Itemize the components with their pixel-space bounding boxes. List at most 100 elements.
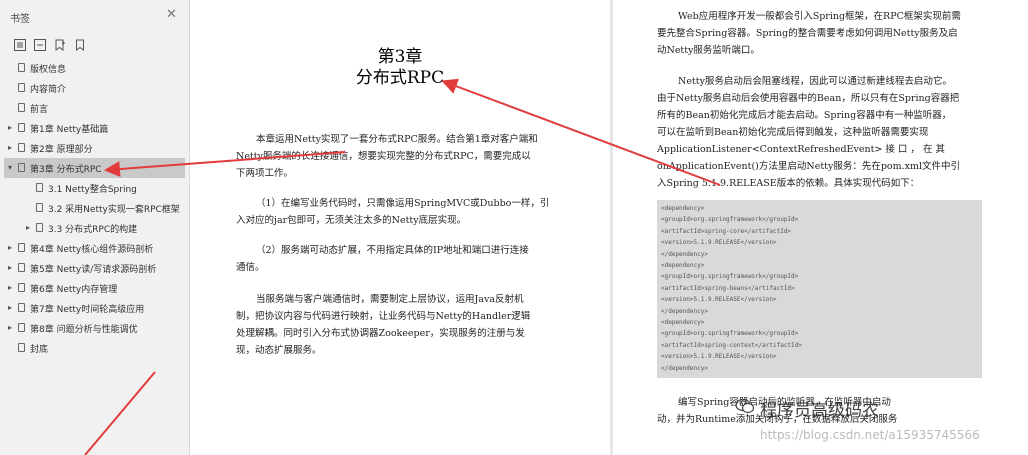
toc-item[interactable]: 内容简介 — [4, 78, 185, 98]
page-icon — [18, 263, 25, 272]
page-icon — [18, 303, 25, 312]
toc-item-label: 第5章 Netty读/写请求源码剖析 — [30, 265, 157, 275]
sidebar-title: 书签 — [10, 14, 30, 25]
page-icon — [18, 143, 25, 152]
toc-item[interactable]: ▸ 第7章 Netty时间轮高级应用 — [4, 298, 185, 318]
toc-item-label: 3.1 Netty整合Spring — [48, 185, 137, 195]
chevron-right-icon[interactable]: ▸ — [8, 123, 12, 132]
paragraph-line: 入对应的jar包即可，无须关注太多的Netty底层实现。 — [236, 215, 467, 226]
paragraph-line: 现，动态扩展服务。 — [236, 345, 322, 356]
wechat-icon — [735, 398, 755, 414]
toc-item-label: 版权信息 — [30, 65, 67, 75]
toc-item[interactable]: 版权信息 — [4, 58, 185, 78]
paragraph-line: 当服务端与客户端通信时，需要制定上层协议，运用Java反射机 — [256, 294, 524, 305]
code-line: </dependency> — [661, 364, 708, 372]
paragraph-line: 下两项工作。 — [236, 168, 294, 179]
code-line: <groupId>org.springframework</groupId> — [661, 330, 799, 338]
toc-item[interactable]: 封底 — [4, 338, 185, 358]
code-line: <artifactId>spring-core</artifactId> — [661, 227, 792, 235]
toc-item-label: 3.3 分布式RPC的构建 — [48, 225, 138, 235]
chevron-down-icon[interactable]: ▾ — [8, 163, 12, 172]
page-icon — [18, 343, 25, 352]
toc-item-label: 第6章 Netty内存管理 — [30, 285, 118, 295]
sidebar-header: 书签 ✕ — [0, 0, 189, 32]
paragraph-line: 由于Netty服务启动后会使用容器中的Bean，所以只有在Spring容器把 — [657, 93, 960, 104]
toc-item[interactable]: ▸ 第8章 问题分析与性能调优 — [4, 318, 185, 338]
chevron-right-icon[interactable]: ▸ — [8, 283, 12, 292]
paragraph-line: 要先整合Spring容器。Spring的整合需要考虑如何调用Netty服务及启 — [657, 28, 958, 39]
watermark-text: 程序员高级码农 — [760, 401, 879, 421]
toc-item-label: 3.2 采用Netty实现一套RPC框架 — [48, 205, 180, 215]
chevron-right-icon[interactable]: ▸ — [8, 243, 12, 252]
toc-item[interactable]: 3.2 采用Netty实现一套RPC框架 — [4, 198, 185, 218]
close-icon[interactable]: ✕ — [166, 7, 177, 22]
toc-item[interactable]: ▸ 第2章 原理部分 — [4, 138, 185, 158]
paragraph-line: ApplicationListener<ContextRefreshedEven… — [657, 144, 945, 155]
page-icon — [36, 223, 43, 232]
watermark-url: https://blog.csdn.net/a15935745566 — [760, 428, 980, 442]
code-line: <artifactId>spring-beans</artifactId> — [661, 284, 795, 292]
page-icon — [36, 183, 43, 192]
chevron-right-icon[interactable]: ▸ — [8, 303, 12, 312]
expand-all-icon[interactable] — [14, 36, 26, 51]
code-line: <groupId>org.springframework</groupId> — [661, 216, 799, 224]
page-icon — [18, 323, 25, 332]
paragraph-line: 制，把协议内容与代码进行映射，让业务代码与Netty的Handler逻辑 — [236, 311, 531, 322]
code-line: <dependency> — [661, 319, 705, 326]
toc-item-label: 第8章 问题分析与性能调优 — [30, 325, 138, 335]
toc-item[interactable]: 3.1 Netty整合Spring — [4, 178, 185, 198]
chevron-right-icon[interactable]: ▸ — [26, 223, 30, 232]
paragraph-line: 处理解耦。同时引入分布式协调器Zookeeper，实现服务的注册与发 — [236, 328, 525, 339]
paragraph-line: 所有的Bean初始化完成后才能去启动。Spring容器中有一种监听器， — [657, 110, 952, 121]
paragraph-line: （1）在编写业务代码时，只需像运用SpringMVC或Dubbo一样，引 — [256, 198, 550, 209]
code-line: <version>5.1.9.RELEASE</version> — [661, 296, 777, 304]
code-line: </dependency> — [661, 250, 708, 258]
paragraph-line: 通信。 — [236, 262, 265, 273]
paragraph-line: 入Spring 5.1.9.RELEASE版本的依赖。具体实现代码如下： — [657, 178, 920, 189]
page-icon — [18, 103, 25, 112]
paragraph-line: Netty服务启动后会阻塞线程，因此可以通过新建线程去启动它。 — [678, 76, 952, 87]
code-line: <artifactId>spring-context</artifactId> — [661, 341, 802, 349]
page-icon — [18, 83, 25, 92]
toc-item[interactable]: 前言 — [4, 98, 185, 118]
chevron-right-icon[interactable]: ▸ — [8, 323, 12, 332]
chapter-title: 分布式RPC — [355, 68, 445, 88]
code-line: <groupId>org.springframework</groupId> — [661, 273, 799, 281]
toc-item[interactable]: ▾ 第3章 分布式RPC — [4, 158, 185, 178]
toc-item-label: 前言 — [30, 105, 49, 115]
code-line: <dependency> — [661, 205, 705, 212]
toc-item-label: 第7章 Netty时间轮高级应用 — [30, 305, 145, 315]
page-icon — [18, 163, 25, 172]
toc-item-label: 第4章 Netty核心组件源码剖析 — [30, 245, 154, 255]
chevron-right-icon[interactable]: ▸ — [8, 143, 12, 152]
toc-item-label: 第3章 分布式RPC — [30, 165, 102, 175]
code-line: <dependency> — [661, 262, 705, 269]
page-icon — [18, 123, 25, 132]
toc-item[interactable]: ▸ 第4章 Netty核心组件源码剖析 — [4, 238, 185, 258]
code-block: <dependency> <groupId>org.springframewor… — [657, 200, 982, 378]
toc-item[interactable]: ▸ 3.3 分布式RPC的构建 — [4, 218, 185, 238]
collapse-all-icon[interactable] — [34, 36, 46, 51]
paragraph-line: 可以在监听到Bean初始化完成后得到触发，这种监听器需要实现 — [657, 127, 929, 138]
toc-item[interactable]: ▸ 第5章 Netty读/写请求源码剖析 — [4, 258, 185, 278]
paragraph-line: onApplicationEvent()方法里启动Netty服务：先在pom.x… — [657, 161, 961, 172]
paragraph-line: Netty服务端的长连接通信，想要实现完整的分布式RPC，需要完成以 — [236, 151, 531, 162]
toc-item-label: 第1章 Netty基础篇 — [30, 125, 109, 135]
chevron-right-icon[interactable]: ▸ — [8, 263, 12, 272]
code-line: </dependency> — [661, 307, 708, 315]
code-line: <version>5.1.9.RELEASE</version> — [661, 353, 777, 361]
page-icon — [18, 63, 25, 72]
bookmark-sidebar: 书签 ✕ 版权信息内容简介前言 ▸ 第1章 Netty基础篇 ▸ 第2章 原理部分 ▾ 第3… — [0, 0, 190, 455]
paragraph-line: Web应用程序开发一般都会引入Spring框架，在RPC框架实现前需 — [678, 11, 961, 22]
paragraph-line: （2）服务端可动态扩展，不用指定具体的IP地址和端口进行连接 — [256, 245, 529, 256]
page-icon — [18, 283, 25, 292]
bookmark-add-icon[interactable] — [54, 36, 66, 51]
bookmark-icon[interactable] — [74, 36, 86, 51]
page-icon — [36, 203, 43, 212]
toc-item[interactable]: ▸ 第6章 Netty内存管理 — [4, 278, 185, 298]
paragraph-line: 本章运用Netty实现了一套分布式RPC服务。结合第1章对客户端和 — [256, 134, 538, 145]
toc-item-label: 内容简介 — [30, 85, 67, 95]
toc-item[interactable]: ▸ 第1章 Netty基础篇 — [4, 118, 185, 138]
page-icon — [18, 243, 25, 252]
toc-item-label: 封底 — [30, 345, 49, 355]
